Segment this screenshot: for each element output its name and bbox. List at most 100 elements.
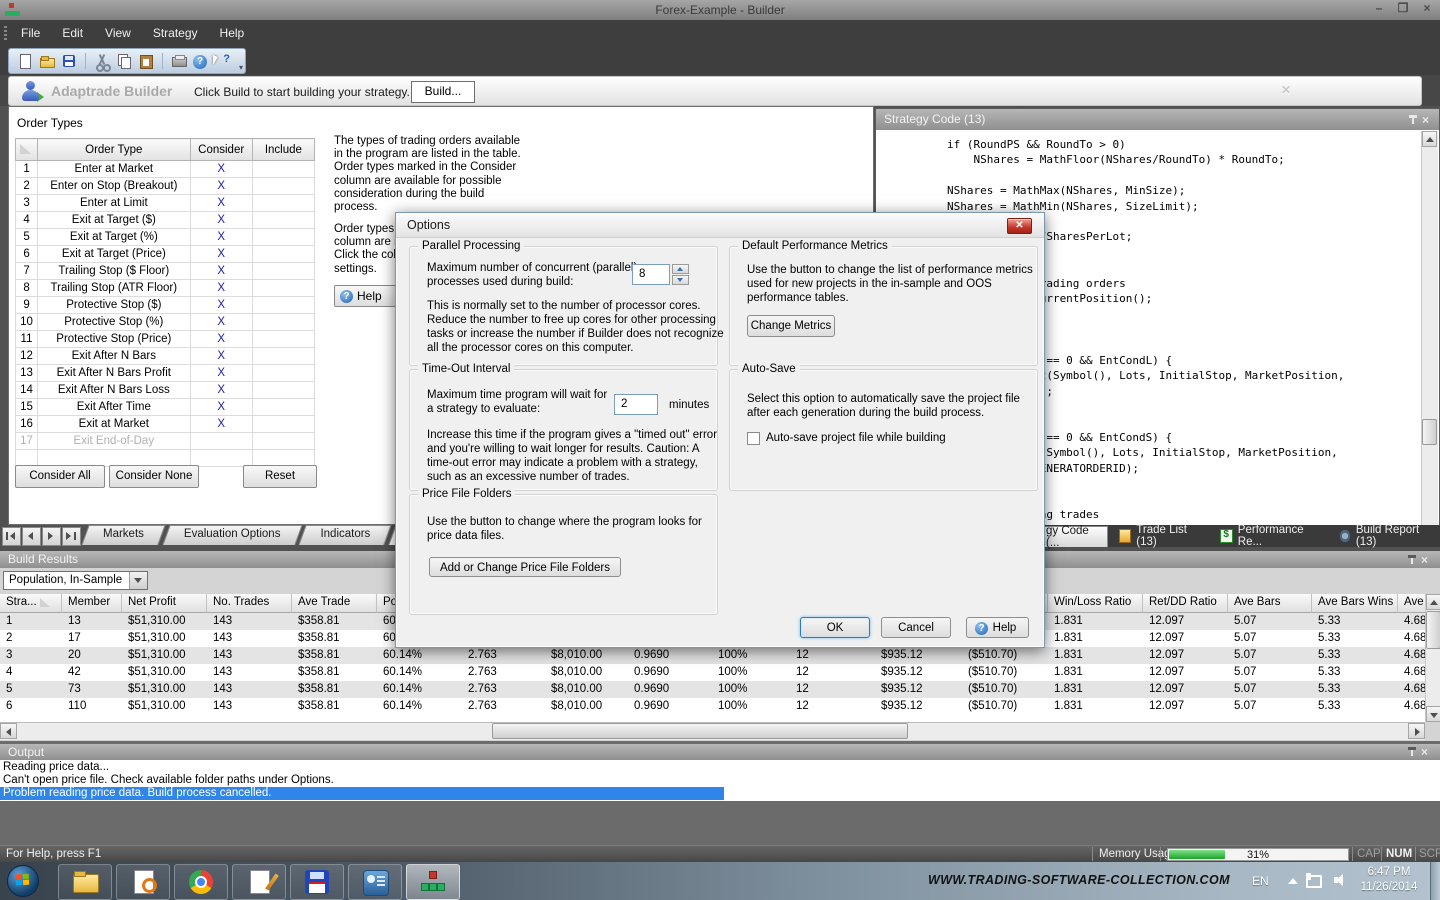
results-row[interactable]: 573$51,310.00143$358.8160.14%2.763$8,010… [0, 681, 1425, 698]
start-button[interactable] [7, 865, 39, 897]
sort-column-header[interactable] [16, 139, 38, 161]
menu-item[interactable]: File [10, 20, 51, 40]
reset-button[interactable]: Reset [243, 465, 317, 488]
document-tab[interactable]: Evaluation Options [166, 525, 299, 545]
results-column-header[interactable]: Ave [1398, 594, 1425, 613]
dropdown-arrow-icon[interactable] [129, 572, 147, 589]
results-column-header[interactable]: Net Profit [122, 594, 207, 613]
dock-tab[interactable]: Build Report (13) [1330, 526, 1440, 546]
first-tab-button[interactable] [2, 527, 21, 546]
help-button[interactable]: ? Help [334, 285, 400, 307]
next-tab-button[interactable] [42, 527, 61, 546]
order-type-row[interactable]: 5Exit at Target (%)X [16, 229, 315, 246]
prev-tab-button[interactable] [22, 527, 41, 546]
maximize-button[interactable]: ❐ [1396, 2, 1410, 16]
dialog-titlebar[interactable]: Options ✕ [396, 213, 1044, 238]
order-type-row[interactable]: 1Enter at MarketX [16, 161, 315, 178]
spinner-up-button[interactable] [672, 264, 689, 274]
column-header-consider[interactable]: Consider [190, 139, 252, 161]
menu-item[interactable]: View [94, 20, 142, 40]
show-desktop-button[interactable] [1430, 862, 1440, 900]
dock-tab[interactable]: gy Code (... [1036, 526, 1108, 547]
print-icon[interactable] [171, 53, 187, 69]
new-file-icon[interactable] [17, 53, 33, 69]
menu-item[interactable]: Help [209, 20, 256, 40]
order-type-row[interactable]: 13Exit After N Bars ProfitX [16, 365, 315, 382]
taskbar-builder-app-button[interactable] [406, 864, 460, 900]
menu-item[interactable]: Strategy [142, 20, 209, 40]
taskbar-editor-button[interactable] [232, 864, 286, 900]
consider-all-button[interactable]: Consider All [15, 465, 105, 488]
output-line[interactable]: Problem reading price data. Build proces… [0, 787, 724, 800]
scroll-up-button[interactable] [1422, 131, 1437, 147]
scroll-left-button[interactable] [0, 723, 17, 739]
cut-icon[interactable] [94, 53, 110, 69]
results-column-header[interactable]: Win/Loss Ratio [1048, 594, 1143, 613]
menu-item[interactable]: Edit [51, 20, 94, 40]
dialog-close-button[interactable]: ✕ [1007, 218, 1032, 234]
results-column-header[interactable]: Ave Trade [292, 594, 377, 613]
order-type-row[interactable]: 7Trailing Stop ($ Floor)X [16, 263, 315, 280]
taskbar-control-panel-button[interactable] [348, 864, 402, 900]
scroll-up-button[interactable] [1426, 594, 1440, 610]
close-panel-icon[interactable]: × [1421, 747, 1428, 757]
order-type-row[interactable]: 6Exit at Target (Price)X [16, 246, 315, 263]
spinner-down-button[interactable] [672, 275, 689, 285]
open-file-icon[interactable] [39, 53, 55, 69]
build-button[interactable]: Build... [411, 81, 475, 103]
taskbar-search-button[interactable] [116, 864, 170, 900]
scrollbar-thumb[interactable] [1422, 419, 1437, 445]
results-row[interactable]: 320$51,310.00143$358.8160.14%2.763$8,010… [0, 647, 1425, 664]
results-column-header[interactable]: No. Trades [207, 594, 292, 613]
add-price-folders-button[interactable]: Add or Change Price File Folders [429, 557, 621, 577]
order-type-row[interactable]: 4Exit at Target ($)X [16, 212, 315, 229]
clock[interactable]: 6:47 PM 11/26/2014 [1356, 865, 1422, 895]
dock-tab[interactable]: Trade List (13) [1110, 526, 1210, 546]
output-line[interactable]: Reading price data... [0, 761, 1440, 774]
pin-icon[interactable] [1412, 116, 1414, 124]
speaker-icon[interactable] [1334, 874, 1348, 886]
results-horizontal-scrollbar[interactable] [0, 722, 1425, 740]
order-type-row[interactable]: 3Enter at LimitX [16, 195, 315, 212]
results-column-header[interactable]: Ret/DD Ratio [1143, 594, 1228, 613]
document-tab[interactable]: Markets [85, 525, 162, 545]
close-panel-icon[interactable]: × [1421, 555, 1428, 565]
order-type-row[interactable]: 10Protective Stop (%)X [16, 314, 315, 331]
results-row[interactable]: 6110$51,310.00143$358.8160.14%2.763$8,01… [0, 698, 1425, 715]
scroll-right-button[interactable] [1408, 723, 1425, 739]
dialog-help-button[interactable]: ? Help [966, 617, 1029, 638]
code-vertical-scrollbar[interactable] [1421, 131, 1438, 542]
order-type-row[interactable]: 9Protective Stop ($)X [16, 297, 315, 314]
order-type-row[interactable]: 16Exit at MarketX [16, 416, 315, 433]
context-help-icon[interactable]: ? [213, 53, 229, 69]
column-header-order-type[interactable]: Order Type [38, 139, 191, 161]
results-column-header[interactable]: Stra... [0, 594, 62, 613]
last-tab-button[interactable] [62, 527, 81, 546]
cancel-button[interactable]: Cancel [881, 617, 951, 638]
pin-icon[interactable] [1411, 556, 1413, 564]
copy-icon[interactable] [116, 53, 132, 69]
ok-button[interactable]: OK [800, 617, 870, 638]
order-type-row[interactable]: 14Exit After N Bars LossX [16, 382, 315, 399]
dock-tab[interactable]: Performance Re... [1211, 526, 1327, 546]
order-type-row[interactable]: 11Protective Stop (Price)X [16, 331, 315, 348]
help-icon[interactable]: ? [193, 55, 207, 69]
taskbar-backup-button[interactable] [290, 864, 344, 900]
close-button[interactable]: × [1420, 2, 1434, 16]
results-column-header[interactable]: Member [62, 594, 122, 613]
document-tab[interactable]: Indicators [302, 525, 388, 545]
processes-input[interactable]: 8 [632, 264, 670, 285]
taskbar-explorer-button[interactable] [58, 864, 112, 900]
results-column-header[interactable]: Ave Bars [1228, 594, 1312, 613]
scrollbar-thumb[interactable] [492, 723, 908, 739]
scroll-down-button[interactable] [1426, 706, 1440, 722]
results-row[interactable]: 442$51,310.00143$358.8160.14%2.763$8,010… [0, 664, 1425, 681]
order-type-row[interactable]: 12Exit After N BarsX [16, 348, 315, 365]
minimize-button[interactable]: – [1372, 2, 1386, 16]
autosave-checkbox[interactable] [747, 432, 760, 445]
scrollbar-thumb[interactable] [1426, 611, 1440, 649]
change-metrics-button[interactable]: Change Metrics [747, 315, 835, 337]
order-type-row[interactable]: 17Exit End-of-Day [16, 433, 315, 450]
order-type-row[interactable]: 15Exit After TimeX [16, 399, 315, 416]
results-vertical-scrollbar[interactable] [1425, 594, 1440, 722]
